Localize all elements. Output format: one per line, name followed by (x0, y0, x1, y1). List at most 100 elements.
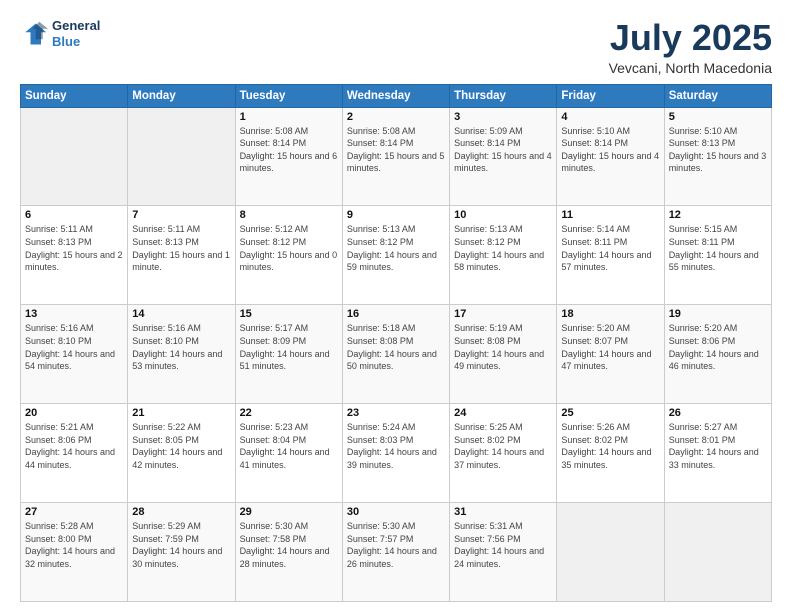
subtitle: Vevcani, North Macedonia (609, 60, 772, 76)
day-number: 29 (240, 506, 338, 518)
calendar-cell: 1 Sunrise: 5:08 AMSunset: 8:14 PMDaylight… (235, 107, 342, 206)
calendar-cell: 19Sunrise: 5:20 AMSunset: 8:06 PMDayligh… (664, 305, 771, 404)
calendar-week-4: 20Sunrise: 5:21 AMSunset: 8:06 PMDayligh… (21, 404, 772, 503)
day-info: Sunrise: 5:24 AMSunset: 8:03 PMDaylight:… (347, 421, 445, 471)
calendar-header-tuesday: Tuesday (235, 84, 342, 107)
main-title: July 2025 (609, 18, 772, 58)
calendar-cell: 7 Sunrise: 5:11 AMSunset: 8:13 PMDaylight… (128, 206, 235, 305)
day-number: 26 (669, 407, 767, 419)
calendar-cell: 23 Sunrise: 5:24 AMSunset: 8:03 PMDayligh… (342, 404, 449, 503)
calendar-cell: 26 Sunrise: 5:27 AMSunset: 8:01 PMDayligh… (664, 404, 771, 503)
day-info: Sunrise: 5:17 AMSunset: 8:09 PMDaylight:… (240, 322, 338, 372)
calendar-cell: 13Sunrise: 5:16 AMSunset: 8:10 PMDayligh… (21, 305, 128, 404)
day-number: 4 (561, 111, 659, 123)
day-number: 14 (132, 308, 230, 320)
calendar-cell: 3 Sunrise: 5:09 AMSunset: 8:14 PMDaylight… (450, 107, 557, 206)
calendar-header-thursday: Thursday (450, 84, 557, 107)
day-number: 22 (240, 407, 338, 419)
day-number: 28 (132, 506, 230, 518)
day-number: 9 (347, 209, 445, 221)
day-number: 19 (669, 308, 767, 320)
calendar-cell: 16 Sunrise: 5:18 AMSunset: 8:08 PMDayligh… (342, 305, 449, 404)
day-number: 3 (454, 111, 552, 123)
day-number: 8 (240, 209, 338, 221)
day-info: Sunrise: 5:16 AMSunset: 8:10 PMDaylight:… (25, 322, 123, 372)
day-number: 23 (347, 407, 445, 419)
calendar-cell (21, 107, 128, 206)
day-info: Sunrise: 5:15 AMSunset: 8:11 PMDaylight:… (669, 223, 767, 273)
day-number: 27 (25, 506, 123, 518)
day-info: Sunrise: 5:18 AMSunset: 8:08 PMDaylight:… (347, 322, 445, 372)
day-info: Sunrise: 5:19 AMSunset: 8:08 PMDaylight:… (454, 322, 552, 372)
calendar-week-2: 6 Sunrise: 5:11 AMSunset: 8:13 PMDaylight… (21, 206, 772, 305)
calendar-cell: 17Sunrise: 5:19 AMSunset: 8:08 PMDayligh… (450, 305, 557, 404)
header: General Blue July 2025 Vevcani, North Ma… (20, 18, 772, 76)
day-info: Sunrise: 5:28 AMSunset: 8:00 PMDaylight:… (25, 520, 123, 570)
title-block: July 2025 Vevcani, North Macedonia (609, 18, 772, 76)
calendar-cell: 21 Sunrise: 5:22 AMSunset: 8:05 PMDayligh… (128, 404, 235, 503)
calendar-header-monday: Monday (128, 84, 235, 107)
day-info: Sunrise: 5:10 AMSunset: 8:13 PMDaylight:… (669, 125, 767, 175)
day-info: Sunrise: 5:09 AMSunset: 8:14 PMDaylight:… (454, 125, 552, 175)
day-info: Sunrise: 5:25 AMSunset: 8:02 PMDaylight:… (454, 421, 552, 471)
calendar-cell: 15 Sunrise: 5:17 AMSunset: 8:09 PMDayligh… (235, 305, 342, 404)
calendar-header-row: SundayMondayTuesdayWednesdayThursdayFrid… (21, 84, 772, 107)
day-number: 11 (561, 209, 659, 221)
day-number: 25 (561, 407, 659, 419)
calendar-week-5: 27 Sunrise: 5:28 AMSunset: 8:00 PMDayligh… (21, 503, 772, 602)
calendar-week-1: 1 Sunrise: 5:08 AMSunset: 8:14 PMDaylight… (21, 107, 772, 206)
calendar-cell: 29Sunrise: 5:30 AMSunset: 7:58 PMDayligh… (235, 503, 342, 602)
day-number: 7 (132, 209, 230, 221)
day-info: Sunrise: 5:29 AMSunset: 7:59 PMDaylight:… (132, 520, 230, 570)
day-info: Sunrise: 5:11 AMSunset: 8:13 PMDaylight:… (132, 223, 230, 273)
day-info: Sunrise: 5:27 AMSunset: 8:01 PMDaylight:… (669, 421, 767, 471)
calendar-cell: 10Sunrise: 5:13 AMSunset: 8:12 PMDayligh… (450, 206, 557, 305)
calendar-cell: 2 Sunrise: 5:08 AMSunset: 8:14 PMDaylight… (342, 107, 449, 206)
day-number: 31 (454, 506, 552, 518)
day-info: Sunrise: 5:14 AMSunset: 8:11 PMDaylight:… (561, 223, 659, 273)
day-number: 15 (240, 308, 338, 320)
day-number: 21 (132, 407, 230, 419)
calendar-cell: 22 Sunrise: 5:23 AMSunset: 8:04 PMDayligh… (235, 404, 342, 503)
calendar-cell: 5 Sunrise: 5:10 AMSunset: 8:13 PMDaylight… (664, 107, 771, 206)
day-number: 2 (347, 111, 445, 123)
calendar-cell: 12 Sunrise: 5:15 AMSunset: 8:11 PMDayligh… (664, 206, 771, 305)
day-info: Sunrise: 5:31 AMSunset: 7:56 PMDaylight:… (454, 520, 552, 570)
logo-line1: General (52, 18, 100, 34)
day-info: Sunrise: 5:30 AMSunset: 7:57 PMDaylight:… (347, 520, 445, 570)
day-info: Sunrise: 5:20 AMSunset: 8:07 PMDaylight:… (561, 322, 659, 372)
day-number: 20 (25, 407, 123, 419)
calendar-cell: 11 Sunrise: 5:14 AMSunset: 8:11 PMDayligh… (557, 206, 664, 305)
calendar-header-sunday: Sunday (21, 84, 128, 107)
day-info: Sunrise: 5:11 AMSunset: 8:13 PMDaylight:… (25, 223, 123, 273)
day-info: Sunrise: 5:23 AMSunset: 8:04 PMDaylight:… (240, 421, 338, 471)
day-info: Sunrise: 5:22 AMSunset: 8:05 PMDaylight:… (132, 421, 230, 471)
calendar-cell (557, 503, 664, 602)
day-number: 30 (347, 506, 445, 518)
day-number: 6 (25, 209, 123, 221)
calendar-header-friday: Friday (557, 84, 664, 107)
logo-icon (20, 20, 48, 48)
calendar-table: SundayMondayTuesdayWednesdayThursdayFrid… (20, 84, 772, 602)
logo: General Blue (20, 18, 100, 49)
calendar-cell: 18Sunrise: 5:20 AMSunset: 8:07 PMDayligh… (557, 305, 664, 404)
day-info: Sunrise: 5:26 AMSunset: 8:02 PMDaylight:… (561, 421, 659, 471)
day-info: Sunrise: 5:08 AMSunset: 8:14 PMDaylight:… (240, 125, 338, 175)
day-number: 12 (669, 209, 767, 221)
calendar-cell (128, 107, 235, 206)
calendar-header-saturday: Saturday (664, 84, 771, 107)
day-number: 10 (454, 209, 552, 221)
calendar-cell: 8Sunrise: 5:12 AMSunset: 8:12 PMDaylight… (235, 206, 342, 305)
calendar-cell: 20Sunrise: 5:21 AMSunset: 8:06 PMDayligh… (21, 404, 128, 503)
logo-line2: Blue (52, 34, 100, 50)
calendar-cell: 4 Sunrise: 5:10 AMSunset: 8:14 PMDaylight… (557, 107, 664, 206)
day-number: 16 (347, 308, 445, 320)
calendar-cell: 9 Sunrise: 5:13 AMSunset: 8:12 PMDaylight… (342, 206, 449, 305)
day-number: 1 (240, 111, 338, 123)
calendar-cell: 30 Sunrise: 5:30 AMSunset: 7:57 PMDayligh… (342, 503, 449, 602)
day-number: 5 (669, 111, 767, 123)
day-info: Sunrise: 5:08 AMSunset: 8:14 PMDaylight:… (347, 125, 445, 175)
day-info: Sunrise: 5:13 AMSunset: 8:12 PMDaylight:… (347, 223, 445, 273)
day-info: Sunrise: 5:10 AMSunset: 8:14 PMDaylight:… (561, 125, 659, 175)
calendar-week-3: 13Sunrise: 5:16 AMSunset: 8:10 PMDayligh… (21, 305, 772, 404)
